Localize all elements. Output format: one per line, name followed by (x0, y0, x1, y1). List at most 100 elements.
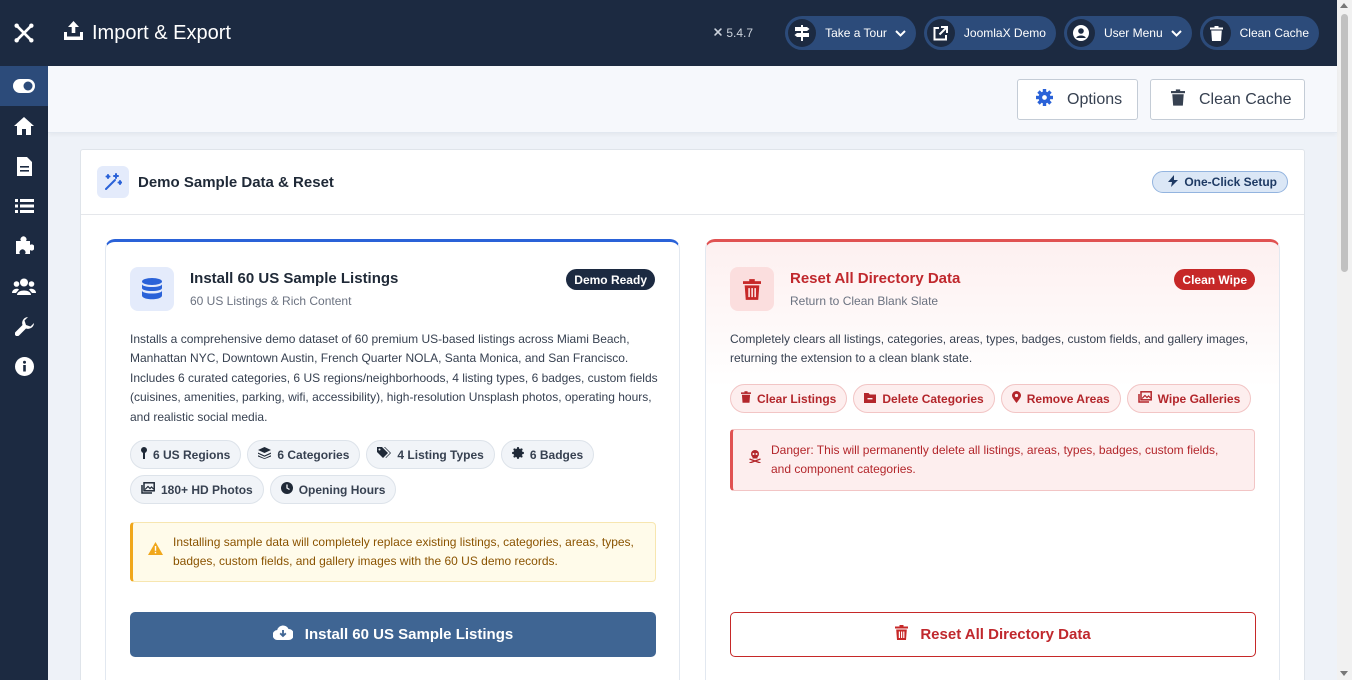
danger-alert: Danger: This will permanently delete all… (730, 429, 1255, 491)
danger-alert-text: Danger: This will permanently delete all… (771, 442, 1219, 476)
sidebar-item-components[interactable] (0, 226, 48, 266)
images-icon (1137, 391, 1158, 406)
chip-label: Delete Categories (882, 391, 984, 406)
chip-label: Wipe Galleries (1157, 391, 1241, 406)
warning-triangle-icon (148, 542, 173, 561)
page-title-text: Import & Export (92, 21, 231, 44)
install-feature-chips: 6 US Regions 6 Categories 4 Listing Type… (130, 440, 658, 510)
list-icon (14, 198, 34, 214)
one-click-setup-badge: One-Click Setup (1152, 171, 1288, 193)
external-link-icon (926, 19, 955, 47)
take-a-tour-label: Take a Tour (825, 26, 887, 40)
map-pin-icon (141, 447, 153, 462)
sidebar-item-toggle[interactable] (0, 66, 48, 106)
folder-minus-icon (864, 392, 882, 406)
joomlax-demo-button[interactable]: JoomlaX Demo (923, 16, 1056, 50)
options-button[interactable]: Options (1017, 79, 1138, 120)
chip-label: Remove Areas (1026, 391, 1110, 406)
sidebar (0, 0, 48, 680)
chip-label: Clear Listings (757, 391, 837, 406)
reset-all-directory-data-button[interactable]: Reset All Directory Data (730, 612, 1256, 657)
trash-icon (1202, 19, 1231, 47)
sidebar-item-home[interactable] (0, 106, 48, 146)
chip-label: 4 Listing Types (397, 447, 484, 462)
sidebar-item-content[interactable] (0, 146, 48, 186)
page-title: Import & Export (64, 20, 231, 46)
install-sample-listings-button[interactable]: Install 60 US Sample Listings (130, 612, 656, 657)
chip-listing-types: 4 Listing Types (366, 440, 495, 469)
certificate-icon (511, 447, 530, 462)
chip-label: 180+ HD Photos (161, 482, 253, 497)
version-text: 5.4.7 (726, 26, 754, 40)
trash-icon (730, 267, 774, 311)
reset-title: Reset All Directory Data (790, 270, 961, 287)
chip-delete-categories: Delete Categories (853, 384, 995, 413)
chip-label: 6 Categories (277, 447, 350, 462)
chip-label: 6 US Regions (153, 447, 231, 462)
top-header: Import & Export 5.4.7 Take a Tour Joomla… (48, 0, 1337, 66)
chip-us-regions: 6 US Regions (130, 440, 242, 469)
joomla-logo-icon[interactable] (0, 0, 48, 66)
location-pin-icon (1011, 391, 1027, 406)
home-icon (14, 117, 34, 135)
joomlax-demo-label: JoomlaX Demo (963, 26, 1046, 40)
chip-opening-hours: Opening Hours (269, 475, 397, 504)
chevron-down-icon (895, 26, 906, 40)
chip-clear-listings: Clear Listings (730, 384, 848, 413)
cloud-download-icon (272, 625, 305, 644)
magic-wand-icon (97, 166, 129, 198)
header-clean-cache-button[interactable]: Clean Cache (1199, 16, 1319, 50)
chip-hd-photos: 180+ HD Photos (130, 475, 264, 504)
one-click-setup-label: One-Click Setup (1184, 175, 1277, 189)
sidebar-item-menus[interactable] (0, 186, 48, 226)
sidebar-item-users[interactable] (0, 266, 48, 306)
bolt-icon (1168, 174, 1184, 190)
users-icon (12, 278, 36, 295)
install-warning: Installing sample data will completely r… (130, 522, 656, 582)
puzzle-icon (14, 236, 34, 256)
chip-label: Opening Hours (298, 482, 386, 497)
options-label: Options (1067, 90, 1123, 108)
reset-subtitle: Return to Clean Blank Slate (790, 294, 939, 308)
wrench-icon (14, 316, 34, 336)
scrollbar-thumb[interactable] (1341, 14, 1348, 272)
reset-action-chips: Clear Listings Delete Categories Remove … (730, 384, 1258, 419)
tags-icon (377, 447, 397, 462)
signpost-icon (788, 19, 817, 47)
user-menu-label: User Menu (1103, 26, 1163, 40)
user-menu-button[interactable]: User Menu (1063, 16, 1192, 50)
install-warning-text: Installing sample data will completely r… (173, 534, 634, 568)
scroll-down-arrow-icon[interactable] (1340, 671, 1348, 676)
scroll-up-arrow-icon[interactable] (1340, 3, 1348, 8)
file-icon (16, 156, 32, 176)
reset-description: Completely clears all listings, categori… (730, 332, 1249, 366)
card-header: Demo Sample Data & Reset One-Click Setup (81, 150, 1304, 215)
version-label: 5.4.7 (713, 26, 753, 40)
card-title: Demo Sample Data & Reset (138, 173, 334, 191)
chip-wipe-galleries: Wipe Galleries (1126, 384, 1252, 413)
info-icon (14, 356, 34, 376)
trash-icon (895, 625, 920, 644)
page-scrollbar[interactable] (1337, 0, 1352, 680)
chip-remove-areas: Remove Areas (1000, 384, 1121, 413)
clean-cache-button[interactable]: Clean Cache (1150, 79, 1305, 120)
clean-wipe-badge: Clean Wipe (1174, 269, 1255, 290)
install-title: Install 60 US Sample Listings (190, 270, 399, 287)
clean-cache-label: Clean Cache (1199, 90, 1292, 108)
sidebar-item-system[interactable] (0, 306, 48, 346)
layers-icon (258, 447, 277, 462)
install-subtitle: 60 US Listings & Rich Content (190, 294, 352, 308)
header-clean-cache-label: Clean Cache (1239, 26, 1309, 40)
trash-icon (741, 391, 757, 406)
demo-ready-badge: Demo Ready (566, 269, 655, 290)
upload-icon (64, 20, 92, 46)
trash-icon (1171, 88, 1199, 111)
install-button-label: Install 60 US Sample Listings (304, 626, 514, 643)
reset-button-label: Reset All Directory Data (920, 626, 1091, 643)
take-a-tour-button[interactable]: Take a Tour (785, 16, 916, 50)
database-icon (130, 267, 174, 311)
gear-icon (1036, 88, 1067, 111)
clock-icon (280, 482, 299, 497)
sidebar-item-help[interactable] (0, 346, 48, 386)
toggle-icon (13, 79, 35, 93)
